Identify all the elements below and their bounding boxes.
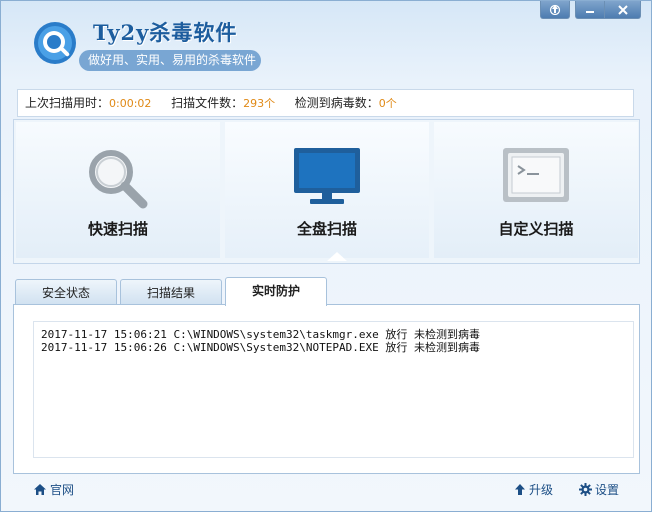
full-scan-button[interactable]: 全盘扫描 — [225, 122, 429, 258]
files-scanned-label: 扫描文件数： — [171, 96, 244, 110]
magnifier-icon — [89, 150, 148, 209]
settings-link[interactable]: 设置 — [579, 481, 619, 497]
app-window: Ty2y杀毒软件 做好用、实用、易用的杀毒软件 上次扫描用时：0:00:02 扫… — [0, 0, 652, 512]
monitor-icon — [294, 148, 360, 204]
terminal-icon — [503, 148, 569, 202]
skin-button[interactable] — [540, 1, 570, 19]
scan-mode-panel: 快速扫描 全盘扫描 自定义扫描 — [13, 119, 640, 264]
tab-security-status[interactable]: 安全状态 — [15, 279, 117, 306]
home-icon — [34, 483, 46, 495]
custom-scan-button[interactable]: 自定义扫描 — [434, 122, 638, 258]
quick-scan-button[interactable]: 快速扫描 — [16, 122, 220, 258]
header: Ty2y杀毒软件 做好用、实用、易用的杀毒软件 — [1, 1, 651, 85]
close-button[interactable] — [605, 1, 641, 19]
files-scanned-value: 293个 — [243, 97, 276, 110]
protection-log[interactable]: 2017-11-17 15:06:21 C:\WINDOWS\system32\… — [33, 321, 634, 458]
tab-scan-results[interactable]: 扫描结果 — [120, 279, 222, 306]
website-label: 官网 — [50, 482, 75, 497]
upgrade-label: 升级 — [529, 482, 554, 497]
last-scan-value: 0:00:02 — [109, 97, 152, 110]
app-title: Ty2y杀毒软件 — [93, 20, 238, 45]
app-subtitle: 做好用、实用、易用的杀毒软件 — [79, 50, 261, 71]
tab-bar: 安全状态 扫描结果 实时防护 — [15, 277, 327, 306]
last-scan-stats: 上次扫描用时：0:00:02 扫描文件数：293个 检测到病毒数：0个 — [17, 89, 634, 117]
website-link[interactable]: 官网 — [33, 481, 74, 497]
log-line: 2017-11-17 15:06:21 C:\WINDOWS\system32\… — [41, 328, 480, 341]
tab-realtime-protection[interactable]: 实时防护 — [225, 277, 327, 306]
log-line: 2017-11-17 15:06:26 C:\WINDOWS\System32\… — [41, 341, 480, 354]
window-controls — [540, 1, 641, 19]
upgrade-link[interactable]: 升级 — [514, 481, 553, 497]
gear-icon — [579, 482, 592, 496]
skin-icon — [549, 4, 561, 15]
settings-label: 设置 — [595, 482, 620, 497]
full-scan-label: 全盘扫描 — [296, 220, 357, 238]
custom-scan-label: 自定义扫描 — [498, 220, 574, 238]
app-logo-icon — [34, 22, 76, 64]
upgrade-arrow-icon — [515, 483, 525, 495]
minimize-button[interactable] — [575, 1, 605, 19]
realtime-protection-panel: 2017-11-17 15:06:21 C:\WINDOWS\system32\… — [13, 304, 640, 474]
quick-scan-label: 快速扫描 — [87, 220, 148, 238]
minimize-icon — [586, 10, 594, 13]
virus-count-value: 0个 — [378, 97, 397, 110]
virus-count-label: 检测到病毒数： — [294, 96, 379, 110]
last-scan-label: 上次扫描用时： — [25, 96, 110, 110]
selected-mode-pointer — [327, 252, 347, 261]
close-icon — [617, 4, 628, 15]
